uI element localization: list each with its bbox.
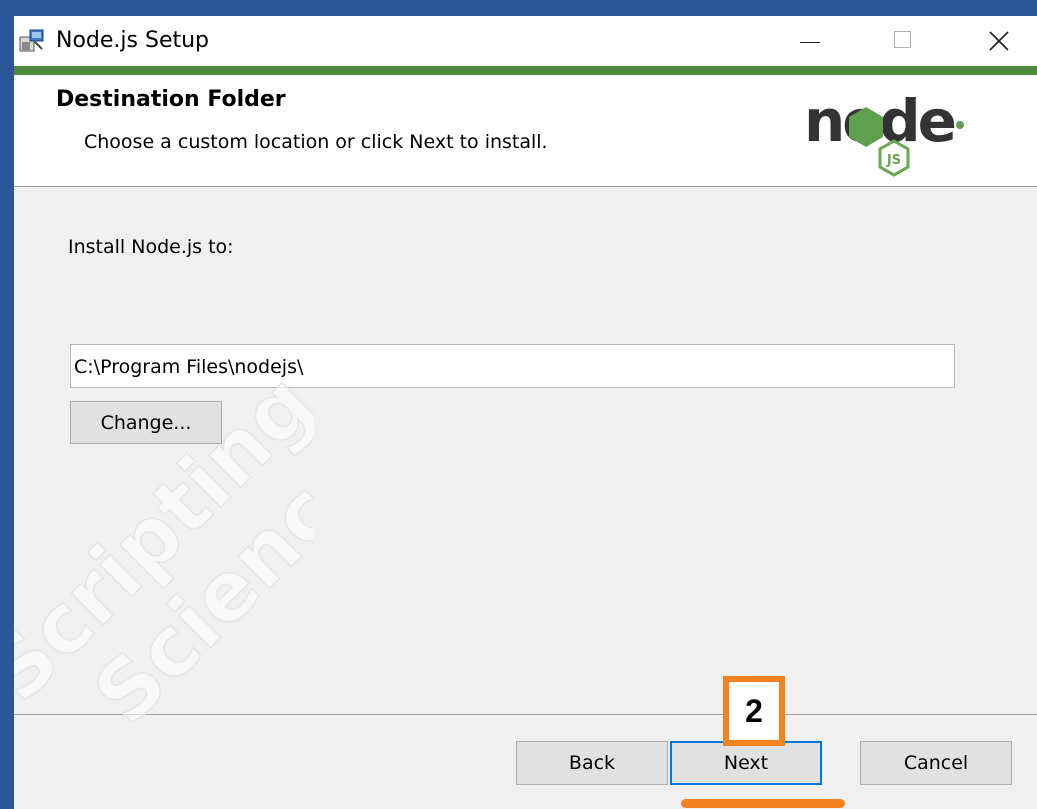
close-button[interactable]	[960, 16, 1037, 66]
close-icon	[989, 31, 1009, 51]
back-button[interactable]: Back	[516, 741, 668, 785]
accent-bar	[14, 66, 1037, 75]
title-bar[interactable]: Node.js Setup	[14, 16, 1037, 66]
step-number-badge: 2	[723, 676, 785, 746]
dialog-header: Destination Folder Choose a custom locat…	[14, 75, 1037, 187]
logo-badge-text: JS	[886, 153, 901, 168]
window-title: Node.js Setup	[56, 28, 210, 53]
cancel-button[interactable]: Cancel	[860, 741, 1012, 785]
page-subtitle: Choose a custom location or click Next t…	[84, 131, 548, 153]
change-button[interactable]: Change...	[70, 401, 222, 444]
svg-text:Science: Science	[76, 425, 314, 742]
nodejs-logo: node JS	[804, 87, 964, 177]
install-location-label: Install Node.js to:	[68, 236, 234, 258]
installer-icon	[19, 29, 44, 52]
page-title: Destination Folder	[56, 87, 286, 112]
maximize-button[interactable]	[874, 16, 934, 66]
logo-dot	[956, 121, 964, 129]
footer-divider	[14, 714, 1037, 715]
minimize-button[interactable]	[780, 16, 840, 66]
next-highlight-underline	[681, 799, 845, 808]
install-path-input[interactable]	[70, 344, 955, 388]
setup-window: Node.js Setup Destination Folder Choose …	[14, 16, 1037, 809]
next-button[interactable]: Next	[670, 741, 822, 785]
